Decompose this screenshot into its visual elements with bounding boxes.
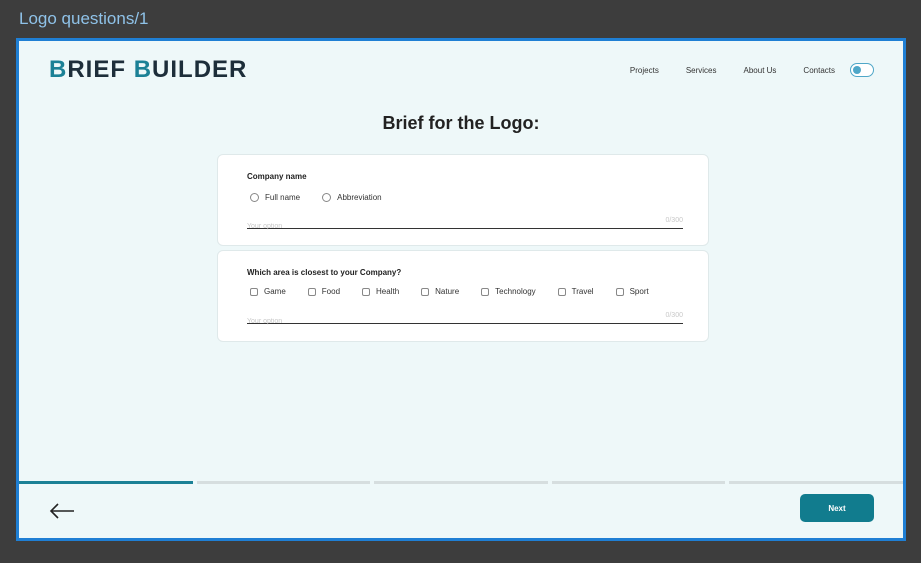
progress-step bbox=[196, 481, 371, 484]
char-counter: 0/300 bbox=[665, 312, 683, 319]
custom-option-input[interactable] bbox=[247, 223, 596, 230]
nav-projects[interactable]: Projects bbox=[630, 66, 659, 75]
option-abbreviation[interactable]: Abbreviation bbox=[322, 193, 382, 202]
logo-letter-b2: B bbox=[133, 56, 153, 83]
back-button[interactable] bbox=[48, 499, 76, 523]
brand-logo[interactable]: BRIEF BUILDER bbox=[49, 56, 247, 84]
next-button[interactable]: Next bbox=[800, 494, 874, 522]
option-game[interactable]: Game bbox=[250, 287, 286, 296]
option-field: 0/300 bbox=[247, 310, 683, 325]
char-counter: 0/300 bbox=[665, 217, 683, 224]
radio-group: Full name Abbreviation bbox=[250, 193, 382, 202]
progress-step bbox=[374, 481, 548, 484]
step-progress bbox=[19, 481, 903, 484]
progress-step bbox=[551, 481, 726, 484]
app-window: BRIEF BUILDER Projects Services About Us… bbox=[16, 38, 906, 541]
nav-contacts[interactable]: Contacts bbox=[803, 66, 835, 75]
question-card-company-name: Company name Full name Abbreviation 0/30… bbox=[217, 154, 709, 246]
logo-text-uilder: UILDER bbox=[152, 56, 248, 83]
toggle-knob-icon bbox=[853, 66, 861, 74]
checkbox-icon[interactable] bbox=[307, 287, 316, 296]
option-technology[interactable]: Technology bbox=[481, 287, 536, 296]
logo-text-rief: RIEF bbox=[67, 56, 134, 83]
option-sport[interactable]: Sport bbox=[615, 287, 649, 296]
option-travel[interactable]: Travel bbox=[557, 287, 594, 296]
option-field: 0/300 bbox=[247, 215, 683, 230]
theme-toggle[interactable] bbox=[850, 63, 874, 77]
checkbox-icon[interactable] bbox=[615, 287, 624, 296]
logo-letter-b1: B bbox=[49, 56, 68, 83]
option-label: Health bbox=[376, 287, 400, 296]
option-label: Technology bbox=[495, 287, 536, 296]
progress-step bbox=[19, 481, 193, 484]
option-label: Abbreviation bbox=[337, 193, 382, 202]
option-food[interactable]: Food bbox=[307, 287, 341, 296]
checkbox-icon[interactable] bbox=[421, 287, 430, 296]
radio-icon[interactable] bbox=[250, 193, 259, 202]
option-label: Food bbox=[321, 287, 341, 296]
option-label: Sport bbox=[629, 287, 649, 296]
checkbox-icon[interactable] bbox=[557, 287, 566, 296]
nav-services[interactable]: Services bbox=[686, 66, 717, 75]
option-full-name[interactable]: Full name bbox=[250, 193, 300, 202]
option-nature[interactable]: Nature bbox=[421, 287, 459, 296]
question-label: Company name bbox=[247, 172, 307, 181]
option-label: Travel bbox=[571, 287, 594, 296]
progress-step bbox=[729, 481, 903, 484]
custom-option-input[interactable] bbox=[247, 318, 596, 325]
frame-title: Logo questions/1 bbox=[19, 9, 149, 28]
top-nav: Projects Services About Us Contacts bbox=[630, 66, 835, 75]
option-health[interactable]: Health bbox=[362, 287, 399, 296]
nav-about-us[interactable]: About Us bbox=[744, 66, 777, 75]
option-label: Full name bbox=[265, 193, 301, 202]
checkbox-icon[interactable] bbox=[250, 287, 258, 296]
checkbox-icon[interactable] bbox=[481, 287, 490, 296]
checkbox-icon[interactable] bbox=[362, 287, 371, 296]
question-label: Which area is closest to your Company? bbox=[247, 268, 402, 277]
arrow-left-icon bbox=[49, 503, 74, 519]
option-label: Game bbox=[264, 287, 286, 296]
option-label: Nature bbox=[435, 287, 460, 296]
question-card-area: Which area is closest to your Company? G… bbox=[217, 250, 709, 342]
radio-icon[interactable] bbox=[322, 193, 332, 202]
page-title: Brief for the Logo: bbox=[382, 113, 540, 133]
checkbox-group: Game Food Health Nature Technology Trave… bbox=[250, 287, 649, 296]
